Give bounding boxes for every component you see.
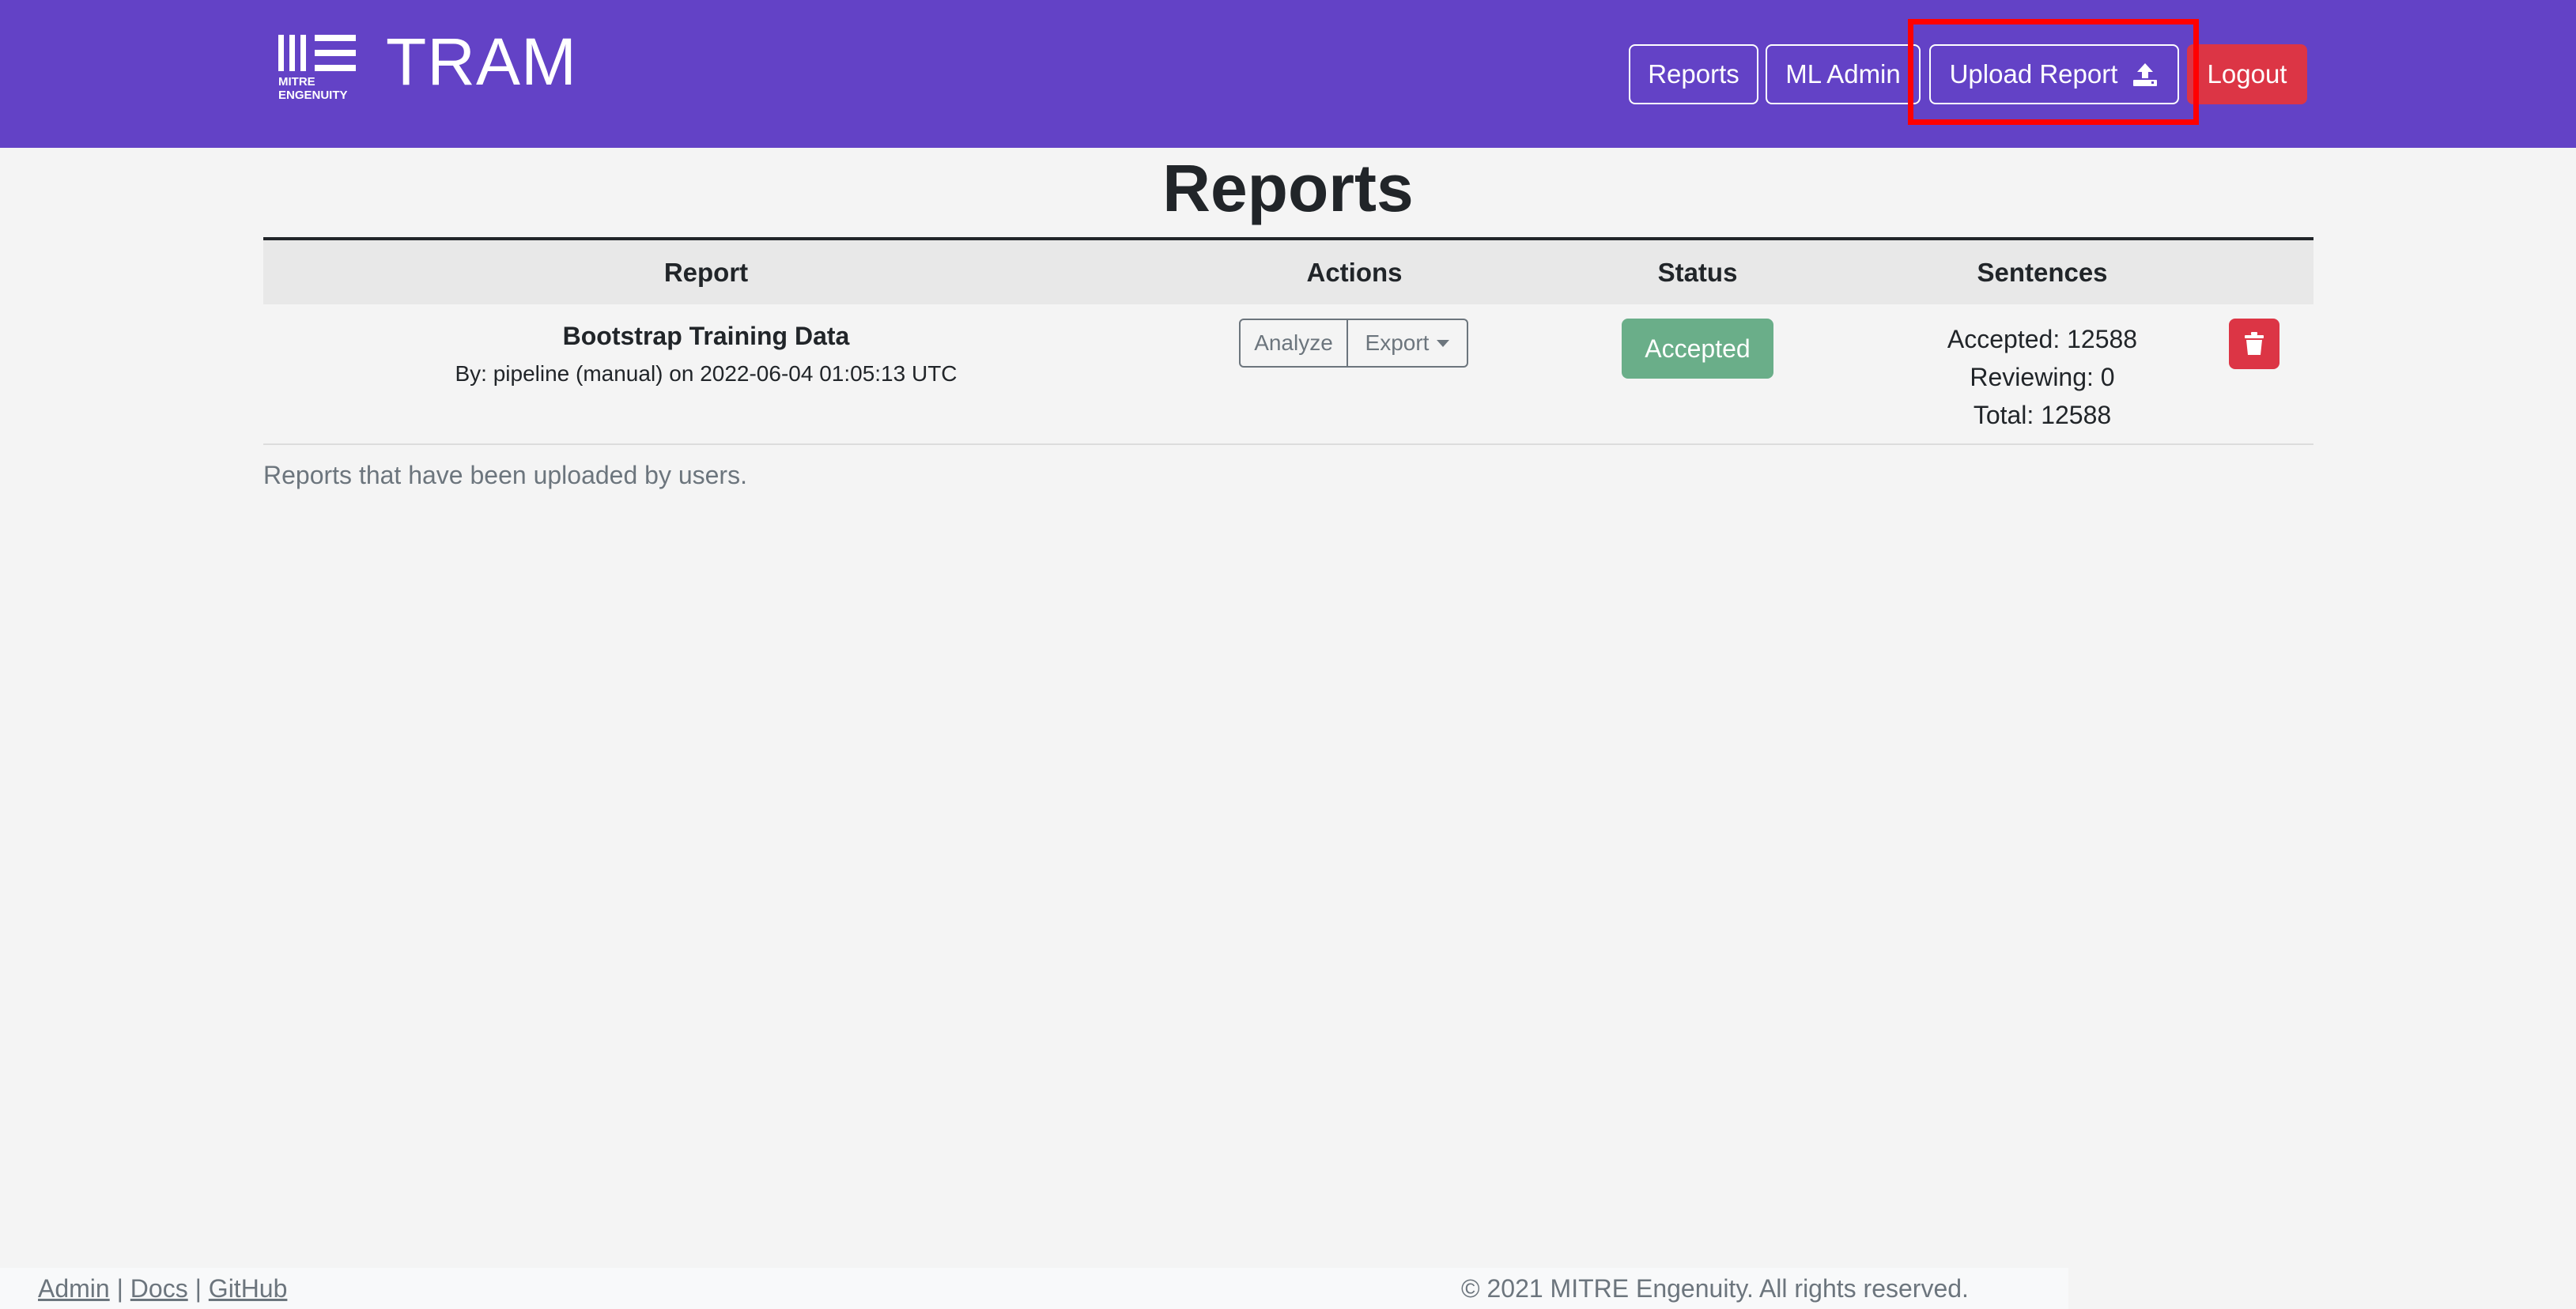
delete-report-button[interactable] <box>2229 319 2279 369</box>
status-badge[interactable]: Accepted <box>1622 319 1773 379</box>
table-header: Report Actions Status Sentences <box>263 237 2313 304</box>
footer-separator: | <box>116 1274 123 1303</box>
table-caption: Reports that have been uploaded by users… <box>263 461 747 489</box>
status-label: Accepted <box>1645 334 1751 363</box>
accepted-count: Accepted: 12588 <box>1947 325 2138 353</box>
export-dropdown-button[interactable]: Export <box>1348 320 1467 366</box>
reports-nav-label: Reports <box>1648 59 1739 89</box>
total-count: Total: 12588 <box>1973 401 2112 429</box>
report-actions-group: Analyze Export <box>1239 319 1468 368</box>
navbar: MITRE ENGENUITY TRAM Reports ML Admin Up… <box>0 0 2576 148</box>
column-header-status: Status <box>1657 258 1738 287</box>
reviewing-count: Reviewing: 0 <box>1970 363 2115 391</box>
reports-nav-button[interactable]: Reports <box>1629 44 1758 104</box>
svg-text:MITRE: MITRE <box>278 75 315 89</box>
table-row: Bootstrap Training Data By: pipeline (ma… <box>263 304 2313 445</box>
report-name-link[interactable]: Bootstrap Training Data <box>263 322 1149 351</box>
logout-button[interactable]: Logout <box>2187 44 2307 104</box>
trash-icon <box>2245 332 2264 355</box>
footer: Admin | Docs | GitHub © 2021 MITRE Engen… <box>0 1268 2068 1309</box>
reports-table: Report Actions Status Sentences Bootstra… <box>263 237 2313 445</box>
column-header-actions: Actions <box>1306 258 1403 287</box>
report-byline: By: pipeline (manual) on 2022-06-04 01:0… <box>455 361 958 386</box>
app-title[interactable]: TRAM <box>386 22 577 101</box>
mitre-engenuity-logo[interactable]: MITRE ENGENUITY <box>277 33 359 103</box>
footer-admin-link[interactable]: Admin <box>38 1274 110 1303</box>
chevron-down-icon <box>1437 339 1450 347</box>
analyze-button[interactable]: Analyze <box>1241 320 1348 366</box>
ml-admin-nav-label: ML Admin <box>1785 59 1901 89</box>
upload-icon <box>2133 63 2158 86</box>
column-header-sentences: Sentences <box>1977 258 2108 287</box>
footer-separator: | <box>195 1274 202 1303</box>
upload-report-label: Upload Report <box>1949 59 2118 89</box>
export-label: Export <box>1365 330 1430 355</box>
page-title: Reports <box>1162 151 1414 225</box>
logout-label: Logout <box>2207 59 2287 89</box>
footer-github-link[interactable]: GitHub <box>209 1274 288 1303</box>
copyright-text: © 2021 MITRE Engenuity. All rights reser… <box>1461 1274 1969 1303</box>
column-header-report: Report <box>663 258 749 287</box>
footer-docs-link[interactable]: Docs <box>130 1274 188 1303</box>
analyze-label: Analyze <box>1254 330 1333 355</box>
upload-report-button[interactable]: Upload Report <box>1929 44 2179 104</box>
footer-links: Admin | Docs | GitHub <box>38 1274 287 1303</box>
svg-text:ENGENUITY: ENGENUITY <box>278 89 348 102</box>
ml-admin-nav-button[interactable]: ML Admin <box>1766 44 1921 104</box>
sentence-counts: Accepted: 12588 Reviewing: 0 Total: 1258… <box>1853 320 2232 434</box>
